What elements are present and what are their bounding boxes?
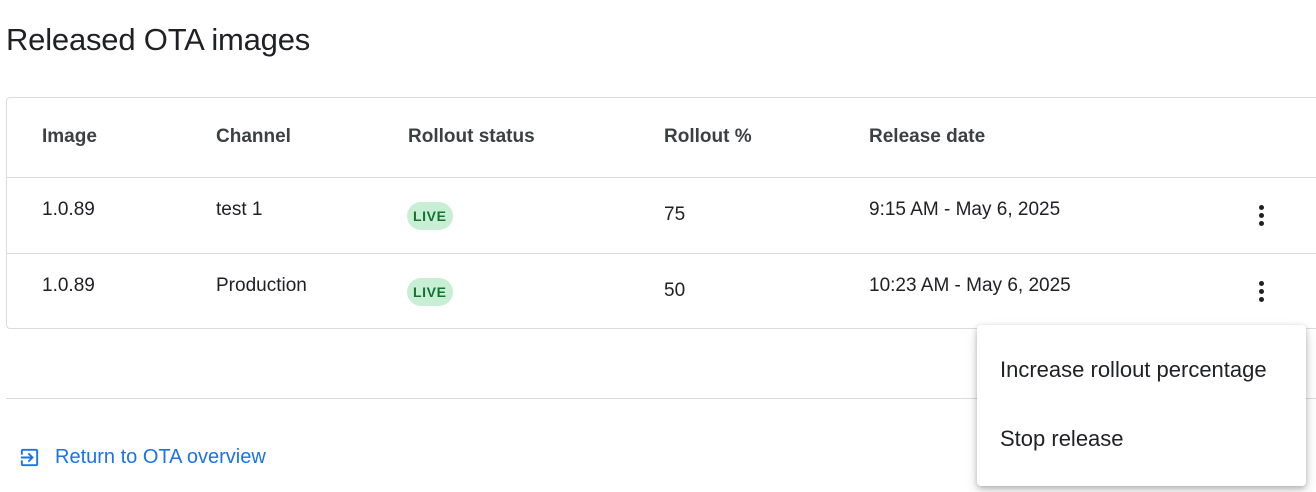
column-header-release-date: Release date <box>869 126 986 147</box>
menu-item-increase-rollout[interactable]: Increase rollout percentage <box>1000 357 1267 383</box>
rollout-percent: 75 <box>664 204 686 225</box>
return-to-ota-overview-link[interactable]: Return to OTA overview <box>18 446 266 469</box>
released-images-table: Image Channel Rollout status Rollout % R… <box>6 97 1316 329</box>
release-date: 9:15 AM - May 6, 2025 <box>869 199 1061 220</box>
table-header-row: Image Channel Rollout status Rollout % R… <box>7 98 1316 178</box>
column-header-channel: Channel <box>216 126 291 147</box>
image-version: 1.0.89 <box>42 275 95 296</box>
page-title: Released OTA images <box>6 22 311 57</box>
table-row: 1.0.89 test 1 LIVE 75 9:15 AM - May 6, 2… <box>7 178 1316 254</box>
more-vert-icon[interactable] <box>1244 198 1278 232</box>
more-vert-icon[interactable] <box>1244 274 1278 308</box>
status-badge: LIVE <box>407 202 453 230</box>
status-badge: LIVE <box>407 278 453 306</box>
column-header-rollout-status: Rollout status <box>408 126 535 147</box>
return-link-label: Return to OTA overview <box>55 446 266 468</box>
channel-name: Production <box>216 275 307 296</box>
image-version: 1.0.89 <box>42 199 95 220</box>
menu-item-stop-release[interactable]: Stop release <box>1000 426 1124 452</box>
exit-to-app-icon <box>20 448 39 467</box>
release-date: 10:23 AM - May 6, 2025 <box>869 275 1071 296</box>
column-header-rollout-percent: Rollout % <box>664 126 752 147</box>
channel-name: test 1 <box>216 199 263 220</box>
rollout-percent: 50 <box>664 280 686 301</box>
row-actions-menu: Increase rollout percentage Stop release <box>977 325 1306 486</box>
table-row: 1.0.89 Production LIVE 50 10:23 AM - May… <box>7 254 1316 329</box>
column-header-image: Image <box>42 126 97 147</box>
